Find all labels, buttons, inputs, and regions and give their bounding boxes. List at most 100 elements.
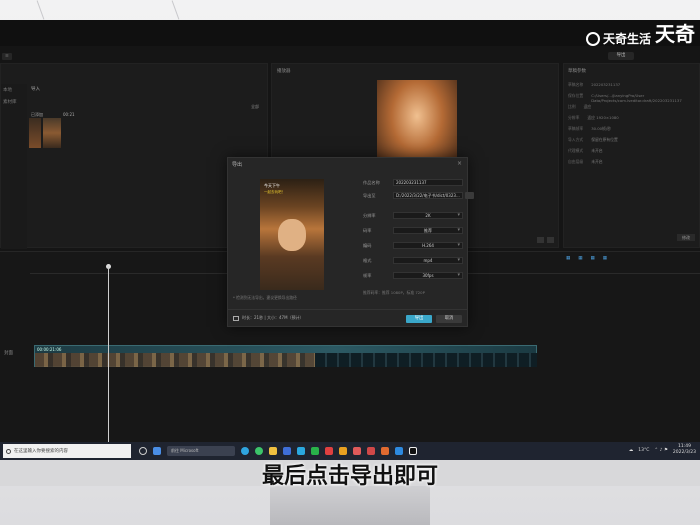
app-icon[interactable] <box>339 447 347 455</box>
folder-icon[interactable] <box>269 447 277 455</box>
sidebar-item-library[interactable]: 素材库 <box>1 96 27 108</box>
thumb-duration: 00:21 <box>63 112 75 117</box>
weather-text: 13°C <box>638 447 650 453</box>
detail-value: C:/Users/.../JianyingPro/User Data/Proje… <box>591 93 682 103</box>
export-dialog: 导出 × 今天下午 一起去玩吧！ * 检测到无法导出，建议更换导出路径 作品名称… <box>227 157 474 327</box>
export-info: 时长：21秒 | 大小：47M（预计） <box>233 315 304 321</box>
detail-row: 比例 适应 <box>568 104 591 110</box>
weather-icon[interactable]: ☁ <box>629 448 634 453</box>
timeline-tool-icon[interactable]: ▦ <box>566 256 570 261</box>
detail-key: 代理模式 <box>568 148 584 153</box>
app-icon[interactable] <box>395 447 403 455</box>
store-icon[interactable] <box>283 447 291 455</box>
preview-subcaption: 一起去玩吧！ <box>264 190 285 194</box>
export-button[interactable]: 导出 <box>406 315 432 323</box>
task-view-icon[interactable] <box>139 447 147 455</box>
detail-row: 保存位置 C:/Users/.../JianyingPro/User Data/P… <box>568 93 691 103</box>
dialog-footer: 时长：21秒 | 大小：47M（预计） 导出 取消 <box>228 309 467 327</box>
detail-value: 30.00帧/秒 <box>591 126 611 131</box>
folder-icon[interactable] <box>465 192 474 199</box>
ratio-icon[interactable] <box>537 237 544 243</box>
widgets-icon[interactable] <box>153 447 161 455</box>
clip-duration: 00:00:21:06 <box>37 347 62 352</box>
timeline-tool-icon[interactable]: ▦ <box>578 256 582 261</box>
menu-icon[interactable]: ≡ <box>2 52 12 60</box>
track-cover-label[interactable]: 封面 <box>4 350 13 356</box>
field-label: 导出至 <box>363 192 376 198</box>
clock[interactable]: 11:49 2022/3/23 <box>673 444 696 456</box>
field-label: 帧率 <box>363 272 372 278</box>
sidebar-item-local[interactable]: 本地 <box>1 84 27 96</box>
detail-row: 草稿名称 202203231137 <box>568 82 620 88</box>
video-track-clip[interactable]: 00:00:21:06 <box>34 345 537 367</box>
detail-row: 自由层级 未开启 <box>568 159 603 165</box>
detail-key: 导入方式 <box>568 137 584 142</box>
export-tip: * 检测到无法导出，建议更换导出路径 <box>233 295 297 300</box>
app-icon[interactable] <box>353 447 361 455</box>
detail-row: 代理模式 未开启 <box>568 148 603 154</box>
field-input[interactable]: 202203231137 <box>393 179 463 186</box>
detail-row: 导入方式 保留在原有位置 <box>568 137 618 143</box>
timeline-tool-icon[interactable]: ▦ <box>591 256 595 261</box>
media-thumbnail[interactable] <box>43 118 61 148</box>
bitrate-note: 推荐码率：推荐 1080P，标准 720P <box>363 290 425 295</box>
export-field-row: 分辨率 2K <box>363 212 463 219</box>
app-icon[interactable] <box>381 447 389 455</box>
field-label: 格式 <box>363 257 372 263</box>
field-dropdown[interactable]: 推荐 <box>393 227 463 234</box>
field-label: 编码 <box>363 242 372 248</box>
windows-taskbar: 在这里输入你要搜索的内容 前往 Microsoft ☁ 13°C ⌃ ♪ ⚑ 1… <box>0 442 700 460</box>
wechat-icon[interactable] <box>311 447 319 455</box>
playhead[interactable] <box>108 266 109 443</box>
field-dropdown[interactable]: 2K <box>393 212 463 219</box>
search-icon <box>6 448 11 454</box>
clock-date: 2022/3/23 <box>672 450 696 455</box>
title-bar: ≡ <box>0 50 700 62</box>
media-thumbnail[interactable] <box>29 118 41 148</box>
clip-frames-dark <box>315 353 537 367</box>
field-label: 分辨率 <box>363 212 376 218</box>
app-icon[interactable] <box>367 447 375 455</box>
field-label: 码率 <box>363 227 372 233</box>
timeline-tools: ▦ ▦ ▦ ▦ <box>566 256 607 261</box>
field-dropdown[interactable]: mp4 <box>393 257 463 264</box>
browser-icon[interactable] <box>255 447 263 455</box>
media-sidebar: 本地 素材库 <box>1 84 27 249</box>
player-controls <box>537 237 554 243</box>
watermark: 天奇生活 <box>586 30 651 47</box>
watermark-big: 天奇 <box>655 22 695 46</box>
capcut-icon[interactable] <box>409 447 417 455</box>
field-dropdown[interactable]: H.264 <box>393 242 463 249</box>
detail-value: 保留在原有位置 <box>591 137 618 142</box>
sort-dropdown[interactable]: 全部 <box>251 104 259 110</box>
modify-button[interactable]: 修改 <box>677 234 695 241</box>
export-field-row: 导出至 D:/2022/3/22/电子书/dict/0323... <box>363 192 474 199</box>
field-label: 作品名称 <box>363 179 380 185</box>
cancel-button[interactable]: 取消 <box>436 315 462 323</box>
taskbar-search[interactable]: 在这里输入你要搜索的内容 <box>3 444 131 458</box>
watermark-logo-icon <box>586 31 600 46</box>
tray-icons[interactable]: ⌃ ♪ ⚑ <box>654 448 668 453</box>
app-icon[interactable] <box>297 447 305 455</box>
export-field-row: 帧率 30fps <box>363 272 463 279</box>
video-subtitle: 最后点击导出即可 <box>261 464 438 489</box>
timeline-tool-icon[interactable]: ▦ <box>603 256 607 261</box>
detail-key: 草稿名称 <box>568 82 584 87</box>
detail-key: 比例 <box>568 104 576 109</box>
top-export-button[interactable]: 导出 <box>608 52 634 60</box>
edge-url-box[interactable]: 前往 Microsoft <box>167 446 235 456</box>
fullscreen-icon[interactable] <box>547 237 554 243</box>
export-info-text: 时长：21秒 | 大小：47M（预计） <box>242 315 304 320</box>
detail-value: 适应 <box>583 104 592 109</box>
close-icon[interactable]: × <box>457 160 462 167</box>
import-button[interactable]: 导入 <box>31 86 40 92</box>
details-title: 草稿参数 <box>568 69 586 74</box>
system-tray: ☁ 13°C ⌃ ♪ ⚑ 11:49 2022/3/23 <box>629 444 696 456</box>
taskbar-apps: 前往 Microsoft <box>139 446 417 456</box>
field-input[interactable]: D:/2022/3/22/电子书/dict/0323... <box>393 192 463 199</box>
export-field-row: 格式 mp4 <box>363 257 463 264</box>
edge-icon[interactable] <box>241 447 249 455</box>
export-field-row: 编码 H.264 <box>363 242 463 249</box>
field-dropdown[interactable]: 30fps <box>393 272 463 279</box>
wps-icon[interactable] <box>325 447 333 455</box>
